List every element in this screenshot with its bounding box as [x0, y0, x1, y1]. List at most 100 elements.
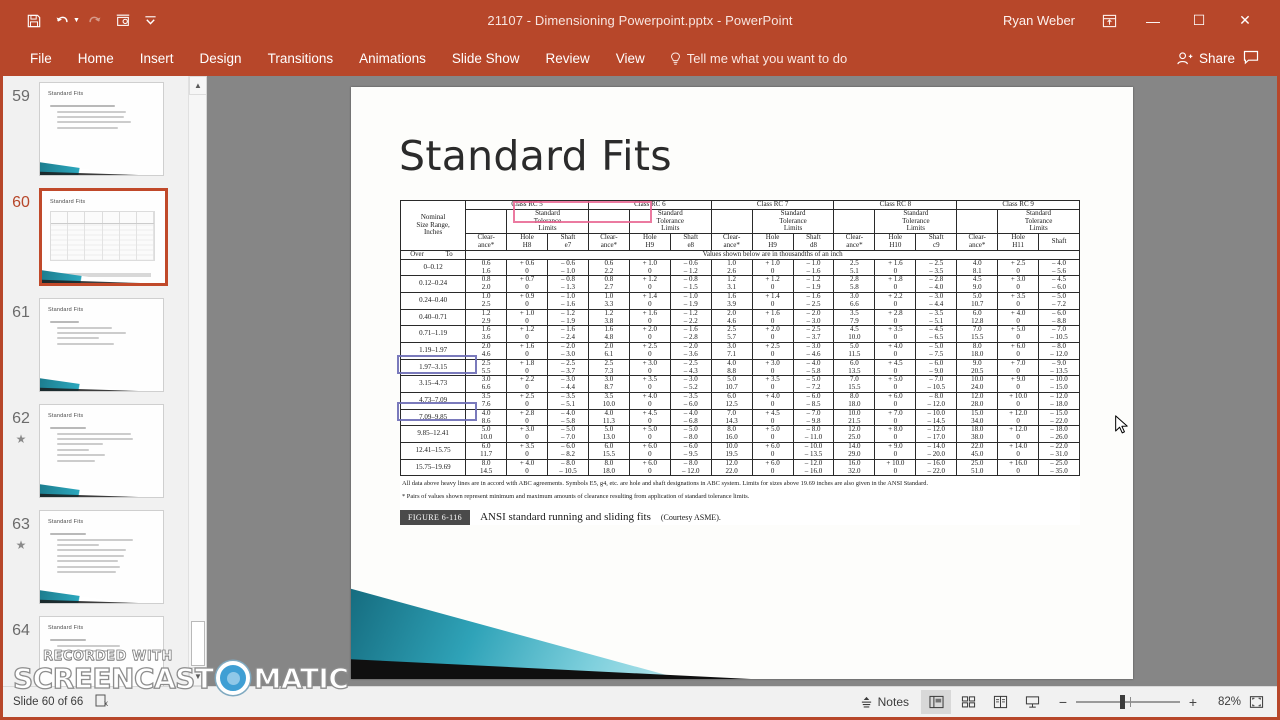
thumbnail-decoration	[42, 270, 131, 283]
rc7-hole-cell: + 3.0 0	[751, 358, 794, 377]
accessibility-checker-button[interactable]: x	[95, 694, 108, 711]
tab-slide-show[interactable]: Slide Show	[439, 45, 533, 72]
thumbnail-row[interactable]: 64 Standard Fits	[3, 610, 188, 686]
current-slide[interactable]: Standard Fits Nominal Size Range, Inches Cl…	[351, 87, 1133, 679]
thumbnail-preview[interactable]: Standard Fits	[39, 616, 164, 686]
maximize-button[interactable]: ☐	[1177, 6, 1221, 36]
thumbnail-preview[interactable]: Standard Fits	[39, 510, 164, 604]
thumbnail-title: Standard Fits	[50, 199, 86, 205]
rc5-clear-cell: 1.6 3.6	[465, 325, 508, 344]
rc6-clear-cell: 6.0 15.5	[587, 442, 630, 460]
rc5-hole-cell: + 1.8 0	[506, 358, 549, 377]
hole-header-2: Hole H9	[628, 233, 671, 251]
accessibility-checker-icon: x	[95, 694, 108, 708]
thumbnail-preview[interactable]: Standard Fits	[39, 188, 168, 286]
slide-canvas[interactable]: Standard Fits Nominal Size Range, Inches Cl…	[207, 76, 1277, 686]
view-reading-button[interactable]	[985, 690, 1015, 714]
share-button[interactable]: Share	[1177, 51, 1235, 66]
tab-file[interactable]: File	[17, 45, 65, 72]
thumbnail-row[interactable]: 61 Standard Fits	[3, 292, 188, 398]
undo-dropdown-arrow[interactable]: ▼	[73, 17, 80, 24]
clearance-spacer-5	[956, 208, 999, 235]
rc6-clear-cell: 2.0 6.1	[587, 342, 630, 360]
slide-thumbnail-pane[interactable]: 59 Standard Fits 60 Standard Fits 61 Standard…	[3, 76, 207, 686]
redo-button[interactable]	[82, 9, 108, 33]
thumbnail-scrollbar[interactable]: ▲ ▼	[188, 76, 206, 686]
zoom-level-label[interactable]: 82%	[1209, 696, 1241, 708]
rc5-hole-cell: + 2.5 0	[506, 392, 549, 410]
rc7-clear-cell: 7.0 14.3	[710, 408, 753, 427]
comment-icon	[1243, 50, 1259, 64]
thumbnail-preview[interactable]: Standard Fits	[39, 298, 164, 392]
rc9-hole-cell: + 12.0 0	[997, 425, 1040, 444]
hole-header-1: Hole H8	[506, 233, 549, 251]
hole-header-5: Hole H11	[997, 233, 1040, 251]
scrollbar-thumb[interactable]	[191, 621, 205, 666]
thumbnail-preview[interactable]: Standard Fits	[39, 404, 164, 498]
ansi-fits-figure[interactable]: Nominal Size Range, Inches Class RC 5 Class …	[397, 200, 1080, 525]
comments-button[interactable]	[1239, 50, 1263, 68]
shaft-header-3: Shaft d8	[792, 233, 835, 251]
scroll-up-arrow[interactable]: ▲	[189, 76, 206, 95]
rc7-shaft-cell: – 4.0– 5.8	[792, 358, 835, 377]
close-button[interactable]: ✕	[1223, 6, 1267, 36]
thumbnail-row[interactable]: 63 ★ Standard Fits	[3, 504, 188, 610]
clearance-spacer-4	[833, 208, 876, 235]
thumbnail-title: Standard Fits	[48, 519, 84, 525]
thumbnail-row[interactable]: 60 Standard Fits	[3, 182, 188, 292]
clearance-header-5: Clear-ance*	[956, 233, 999, 251]
view-slide-sorter-button[interactable]	[953, 690, 983, 714]
rc5-shaft-cell: – 8.0– 10.5	[547, 458, 589, 477]
start-from-beginning-button[interactable]	[110, 9, 136, 33]
scroll-down-arrow[interactable]: ▼	[189, 667, 206, 686]
fit-slide-to-window-button[interactable]	[1243, 691, 1269, 713]
tab-insert[interactable]: Insert	[127, 45, 187, 72]
thumbnail-title: Standard Fits	[48, 91, 84, 97]
title-bar: ▼ 21107 - Dimensioning Powerpoint.pptx -…	[3, 0, 1277, 41]
rc9-hole-cell: + 9.0 0	[997, 375, 1040, 394]
table-row: 0.71–1.19 1.6 3.6 + 1.2 0– 1.6– 2.4 1.6 4.8 + 2…	[399, 325, 1080, 344]
ribbon-display-options-button[interactable]	[1089, 7, 1129, 35]
tab-review[interactable]: Review	[532, 45, 602, 72]
table-row: 9.85–12.41 5.0 10.0 + 3.0 0– 5.0– 7.0 5.0 13.0…	[399, 425, 1080, 444]
notes-button[interactable]: Notes	[850, 695, 919, 709]
table-row: 7.09–9.85 4.0 8.6 + 2.8 0– 4.0– 5.8 4.0 11.3 + …	[399, 408, 1080, 427]
thumbnail-row[interactable]: 62 ★ Standard Fits	[3, 398, 188, 504]
view-slide-show-button[interactable]	[1017, 690, 1047, 714]
thumbnail-row[interactable]: 59 Standard Fits	[3, 76, 188, 182]
zoom-control[interactable]: − +	[1049, 694, 1207, 710]
zoom-in-button[interactable]: +	[1187, 694, 1199, 710]
zoom-slider-track[interactable]	[1076, 695, 1180, 709]
rc8-clear-cell: 3.5 7.9	[833, 308, 876, 327]
rc8-hole-cell: + 2.2 0	[874, 292, 917, 310]
rc6-shaft-cell: – 3.0– 5.2	[669, 375, 712, 394]
rc8-hole-cell: + 1.6 0	[874, 258, 917, 277]
undo-button[interactable]	[49, 9, 75, 33]
rc9-clear-cell: 18.0 38.0	[956, 425, 999, 444]
table-row: 0.12–0.24 0.8 2.0 + 0.7 0– 0.8– 1.3 0.8 2.7 + 1…	[399, 275, 1080, 294]
thumbnail-preview[interactable]: Standard Fits	[39, 82, 164, 176]
tell-me-search[interactable]: Tell me what you want to do	[670, 51, 847, 66]
customize-quick-access-toolbar-button[interactable]	[138, 9, 164, 33]
slide-title[interactable]: Standard Fits	[399, 132, 672, 180]
zoom-out-button[interactable]: −	[1057, 694, 1069, 710]
rc6-hole-cell: + 4.5 0	[628, 408, 671, 427]
tab-animations[interactable]: Animations	[346, 45, 439, 72]
tab-transitions[interactable]: Transitions	[255, 45, 347, 72]
view-normal-button[interactable]	[921, 690, 951, 714]
tab-home[interactable]: Home	[65, 45, 127, 72]
rc8-hole-cell: + 10.0 0	[874, 458, 917, 477]
tab-design[interactable]: Design	[187, 45, 255, 72]
rc5-clear-cell: 1.0 2.5	[465, 292, 508, 310]
slide-indicator[interactable]: Slide 60 of 66	[13, 696, 83, 708]
rc9-hole-cell: + 6.0 0	[997, 342, 1040, 360]
tab-view[interactable]: View	[603, 45, 658, 72]
rc9-hole-cell: + 7.0 0	[997, 358, 1040, 377]
zoom-slider-handle[interactable]	[1120, 695, 1125, 709]
user-account-name[interactable]: Ryan Weber	[1003, 13, 1075, 28]
save-button[interactable]	[21, 9, 47, 33]
rc8-shaft-cell: – 10.0– 14.5	[915, 408, 958, 427]
rc7-hole-cell: + 4.0 0	[751, 392, 794, 410]
minimize-button[interactable]: —	[1131, 6, 1175, 36]
figure-caption-text: ANSI standard running and sliding fits	[480, 511, 651, 524]
